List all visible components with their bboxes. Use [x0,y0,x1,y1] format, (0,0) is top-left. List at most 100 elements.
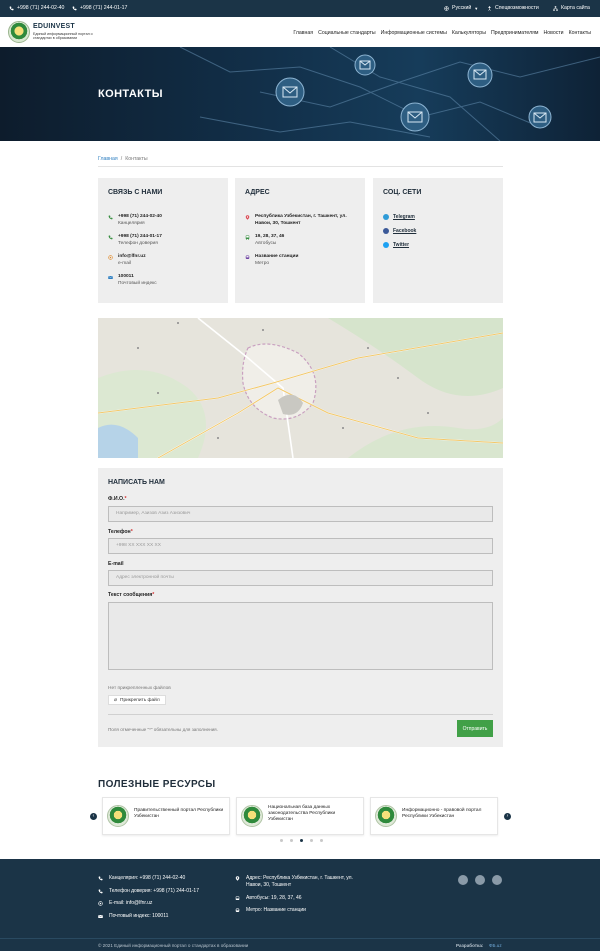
nav-item-entrepreneurs[interactable]: Предпринимателям [491,30,539,36]
breadcrumb-home-link[interactable]: Главная [98,156,118,162]
required-mark: * [124,496,127,502]
contact-office-phone[interactable]: +998 (71) 244-02-40 [118,214,162,221]
contact-card-title: СВЯЗЬ С НАМИ [108,189,163,196]
resource-card-label: Информационно - правовой портал Республи… [402,808,482,819]
email-field[interactable]: Адрес электронной почты [108,570,493,586]
facebook-icon[interactable] [475,875,485,885]
resource-card-gov-portal[interactable]: Правительственный портал Республики Узбе… [102,797,230,835]
social-link-facebook[interactable]: Facebook [383,228,416,234]
message-label: Текст сообщения* [108,592,154,598]
footer-address-text: Адрес: Республика Узбекистан, г. Ташкент… [246,875,353,888]
twitter-icon [383,242,389,248]
emblem-icon [107,805,129,827]
phone-field[interactable]: +998 XX XXX XX XX [108,538,493,554]
message-field[interactable] [108,602,493,670]
social-card-title: СОЦ. СЕТИ [383,189,422,196]
topbar-phone-1-text: +998 (71) 244-02-40 [17,5,65,11]
contact-email-label: e-mail [118,260,132,266]
contact-trust-label: Телефон доверия [118,240,158,246]
submit-button[interactable]: Отправить [457,720,493,737]
email-placeholder: Адрес электронной почты [116,575,174,580]
nav-item-contacts[interactable]: Контакты [569,30,591,36]
pager-dot[interactable] [280,839,283,842]
resource-card-legal-portal[interactable]: Информационно - правовой портал Республи… [370,797,498,835]
footer-office: Канцелярия: +998 (71) 244-02-40 [98,875,185,882]
address-row-metro: Название станции Метро [245,254,298,267]
social-twitter-label: Twitter [393,242,410,248]
name-placeholder: Например, Азизов Азиз Азизович [116,511,191,516]
developer-link[interactable]: ФБ.uz [489,943,502,948]
address-metro-label: Метро [255,260,270,266]
phone-label: Телефон* [108,529,133,535]
message-label-text: Текст сообщения [108,592,153,598]
telegram-icon[interactable] [458,875,468,885]
emblem-logo[interactable] [8,21,30,43]
sitemap-label: Карта сайта [561,5,590,11]
social-link-telegram[interactable]: Telegram [383,214,415,220]
footer-office-text: Канцелярия: +998 (71) 244-02-40 [109,875,186,881]
pager-dot[interactable] [290,839,293,842]
brand-title[interactable]: EDUINVEST [33,23,75,30]
carousel-next-button[interactable]: › [504,813,511,820]
breadcrumb-current: Контакты [125,156,148,162]
name-label-text: Ф.И.О. [108,496,125,502]
location-map[interactable] [98,318,503,458]
contact-card: СВЯЗЬ С НАМИ +998 (71) 244-02-40 Канцеляр… [98,178,228,303]
resources-title: ПОЛЕЗНЫЕ РЕСУРСЫ [98,779,216,790]
topbar-phone-2[interactable]: +998 (71) 244-01-17 [72,5,127,11]
form-title: НАПИСАТЬ НАМ [108,479,165,486]
required-mark: * [130,529,133,535]
carousel-pager [280,839,323,842]
social-telegram-label: Telegram [393,214,415,220]
main-nav: Главная Социальные стандарты Информацион… [293,30,591,36]
language-select[interactable]: Русский ▼ [444,5,478,11]
phone-icon [9,6,14,10]
sitemap-link[interactable]: Карта сайта [553,5,590,11]
pager-dot[interactable] [320,839,323,842]
resource-card-legislation-db[interactable]: Национальная база данных законодательств… [236,797,364,835]
accessibility-link[interactable]: Спецвозможности [487,5,539,11]
phone-icon [98,876,103,880]
top-bar: +998 (71) 244-02-40 +998 (71) 244-01-17 … [0,0,600,17]
twitter-icon[interactable] [492,875,502,885]
name-field[interactable]: Например, Азизов Азиз Азизович [108,506,493,522]
nav-item-calculators[interactable]: Калькуляторы [452,30,486,36]
nav-item-social-standards[interactable]: Социальные стандарты [318,30,375,36]
contact-form: НАПИСАТЬ НАМ Ф.И.О.* Например, Азизов Аз… [98,468,503,747]
required-note: Поля отмеченные "*" обязательны для запо… [108,727,218,732]
nav-item-news[interactable]: Новости [543,30,563,36]
carousel-prev-button[interactable]: ‹ [90,813,97,820]
footer-email-text[interactable]: E-mail: info@lfnr.uz [109,900,152,907]
phone-icon [108,235,113,240]
contact-postal-label: Почтовый индекс [118,280,157,286]
contact-row-email: info@lfnr.uz e-mail [108,254,146,267]
copyright: © 2021 Единый информационный портал о ст… [98,943,249,948]
nav-item-info-systems[interactable]: Информационные системы [381,30,447,36]
phone-icon [72,6,77,10]
social-card: СОЦ. СЕТИ Telegram Facebook Twitter [373,178,503,303]
attach-file-label: Прикрепить файл [120,697,160,703]
nav-item-home[interactable]: Главная [293,30,313,36]
address-bus-label: Автобусы [255,240,277,246]
contact-row-postal: 100011 Почтовый индекс [108,274,157,287]
contact-email[interactable]: info@lfnr.uz [118,254,146,261]
footer-buses: Автобусы: 19, 28, 37, 46 [235,895,302,902]
footer-metro-text: Метро: Название станции [246,907,306,913]
pager-dot[interactable] [310,839,313,842]
pager-dot-active[interactable] [300,839,303,842]
map-graphic [98,318,503,458]
contact-trust-phone[interactable]: +998 (71) 244-01-17 [118,234,162,241]
footer-bottom-bar: © 2021 Единый информационный портал о ст… [0,938,600,951]
paperclip-icon: ⌀ [114,697,118,703]
phone-label-text: Телефон [108,529,131,535]
footer-address: Адрес: Республика Узбекистан, г. Ташкент… [235,875,365,888]
name-label: Ф.И.О.* [108,496,127,502]
breadcrumb: Главная / Контакты [98,156,148,162]
attach-file-button[interactable]: ⌀ Прикрепить файл [108,695,166,705]
social-facebook-label: Facebook [393,228,417,234]
address-card-title: АДРЕС [245,189,270,196]
email-label: E-mail [108,561,124,567]
topbar-phone-1[interactable]: +998 (71) 244-02-40 [9,5,64,11]
social-link-twitter[interactable]: Twitter [383,242,409,248]
no-files-label: Нет прикрепленных файлов [108,686,171,691]
